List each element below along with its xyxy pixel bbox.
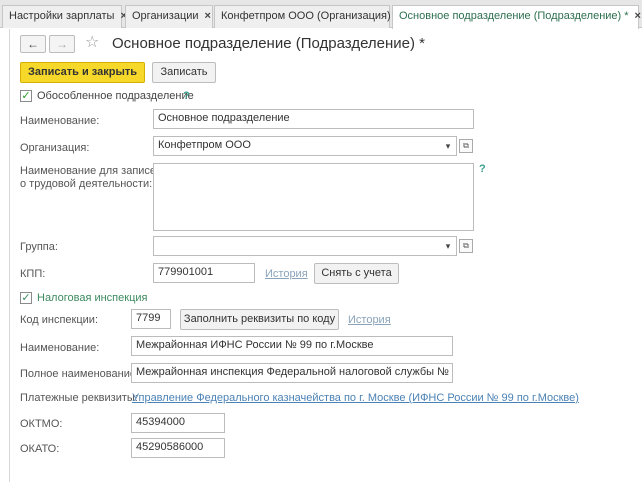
save-button[interactable]: Записать bbox=[152, 62, 216, 83]
back-arrow-icon[interactable]: ← bbox=[20, 35, 46, 53]
inspection-history-link[interactable]: История bbox=[348, 314, 391, 326]
tab-subdivision[interactable]: Основное подразделение (Подразделение) *… bbox=[392, 5, 641, 29]
inspection-code-field[interactable]: 7799 bbox=[131, 309, 171, 329]
close-icon[interactable]: × bbox=[635, 10, 641, 22]
work-records-label-line1: Наименование для записей bbox=[20, 165, 163, 177]
tab-label: Настройки зарплаты bbox=[9, 10, 115, 22]
oktmo-label: ОКТМО: bbox=[20, 418, 63, 430]
organization-label: Организация: bbox=[20, 142, 90, 154]
payment-details-label: Платежные реквизиты: bbox=[20, 392, 138, 404]
deregister-button[interactable]: Снять с учета bbox=[314, 263, 399, 284]
tab-organization-card[interactable]: Конфетпром ООО (Организация)× bbox=[214, 5, 403, 28]
tab-bar: Настройки зарплаты × Организации × Конфетп… bbox=[0, 0, 642, 29]
inspection-code-label: Код инспекции: bbox=[20, 314, 99, 326]
separate-subdivision-label: Обособленное подразделение bbox=[37, 90, 194, 102]
form-area: ← → ☆ Основное подразделение (Подразделе… bbox=[0, 28, 642, 482]
tax-group-title: Налоговая инспекция bbox=[37, 292, 148, 304]
tab-label: Основное подразделение (Подразделение) * bbox=[399, 10, 629, 22]
group-label: Группа: bbox=[20, 241, 58, 253]
help-icon[interactable]: ? bbox=[183, 90, 190, 102]
help-icon[interactable]: ? bbox=[479, 163, 486, 175]
group-field[interactable] bbox=[153, 236, 457, 256]
tab-organizations[interactable]: Организации × bbox=[125, 5, 213, 28]
save-and-close-button[interactable]: Записать и закрыть bbox=[20, 62, 145, 83]
open-icon[interactable]: ⧉ bbox=[459, 139, 473, 153]
tab-label: Организации bbox=[132, 10, 199, 22]
organization-field[interactable]: Конфетпром ООО bbox=[153, 136, 457, 156]
payment-details-link[interactable]: Управление Федерального казначейства по … bbox=[132, 392, 579, 404]
forward-arrow-icon[interactable]: → bbox=[49, 35, 75, 53]
work-records-label-line2: о трудовой деятельности: bbox=[20, 178, 153, 190]
work-records-textarea[interactable] bbox=[153, 163, 474, 231]
chevron-down-icon[interactable]: ▾ bbox=[441, 237, 455, 255]
close-icon[interactable]: × bbox=[205, 10, 211, 22]
inspection-full-name-label: Полное наименование: bbox=[20, 368, 140, 380]
kpp-field[interactable]: 779901001 bbox=[153, 263, 255, 283]
okato-field[interactable]: 45290586000 bbox=[131, 438, 225, 458]
star-icon[interactable]: ☆ bbox=[85, 35, 99, 51]
fill-by-code-button[interactable]: Заполнить реквизиты по коду bbox=[180, 309, 339, 330]
tab-salary-settings[interactable]: Настройки зарплаты × bbox=[2, 5, 127, 28]
inspection-full-name-field[interactable]: Межрайонная инспекция Федеральной налого… bbox=[131, 363, 453, 383]
inspection-name-label: Наименование: bbox=[20, 342, 100, 354]
kpp-label: КПП: bbox=[20, 268, 46, 280]
chevron-down-icon[interactable]: ▾ bbox=[441, 137, 455, 155]
separate-subdivision-checkbox[interactable]: ✓ bbox=[20, 90, 32, 102]
page-title: Основное подразделение (Подразделение) * bbox=[112, 35, 426, 52]
tab-label: Конфетпром ООО (Организация) bbox=[221, 10, 391, 22]
kpp-history-link[interactable]: История bbox=[265, 268, 308, 280]
tax-group-toggle[interactable]: ✓ bbox=[20, 292, 32, 304]
name-field[interactable]: Основное подразделение bbox=[153, 109, 474, 129]
oktmo-field[interactable]: 45394000 bbox=[131, 413, 225, 433]
okato-label: ОКАТО: bbox=[20, 443, 60, 455]
open-icon[interactable]: ⧉ bbox=[459, 239, 473, 253]
inspection-name-field[interactable]: Межрайонная ИФНС России № 99 по г.Москве bbox=[131, 336, 453, 356]
name-label: Наименование: bbox=[20, 115, 100, 127]
